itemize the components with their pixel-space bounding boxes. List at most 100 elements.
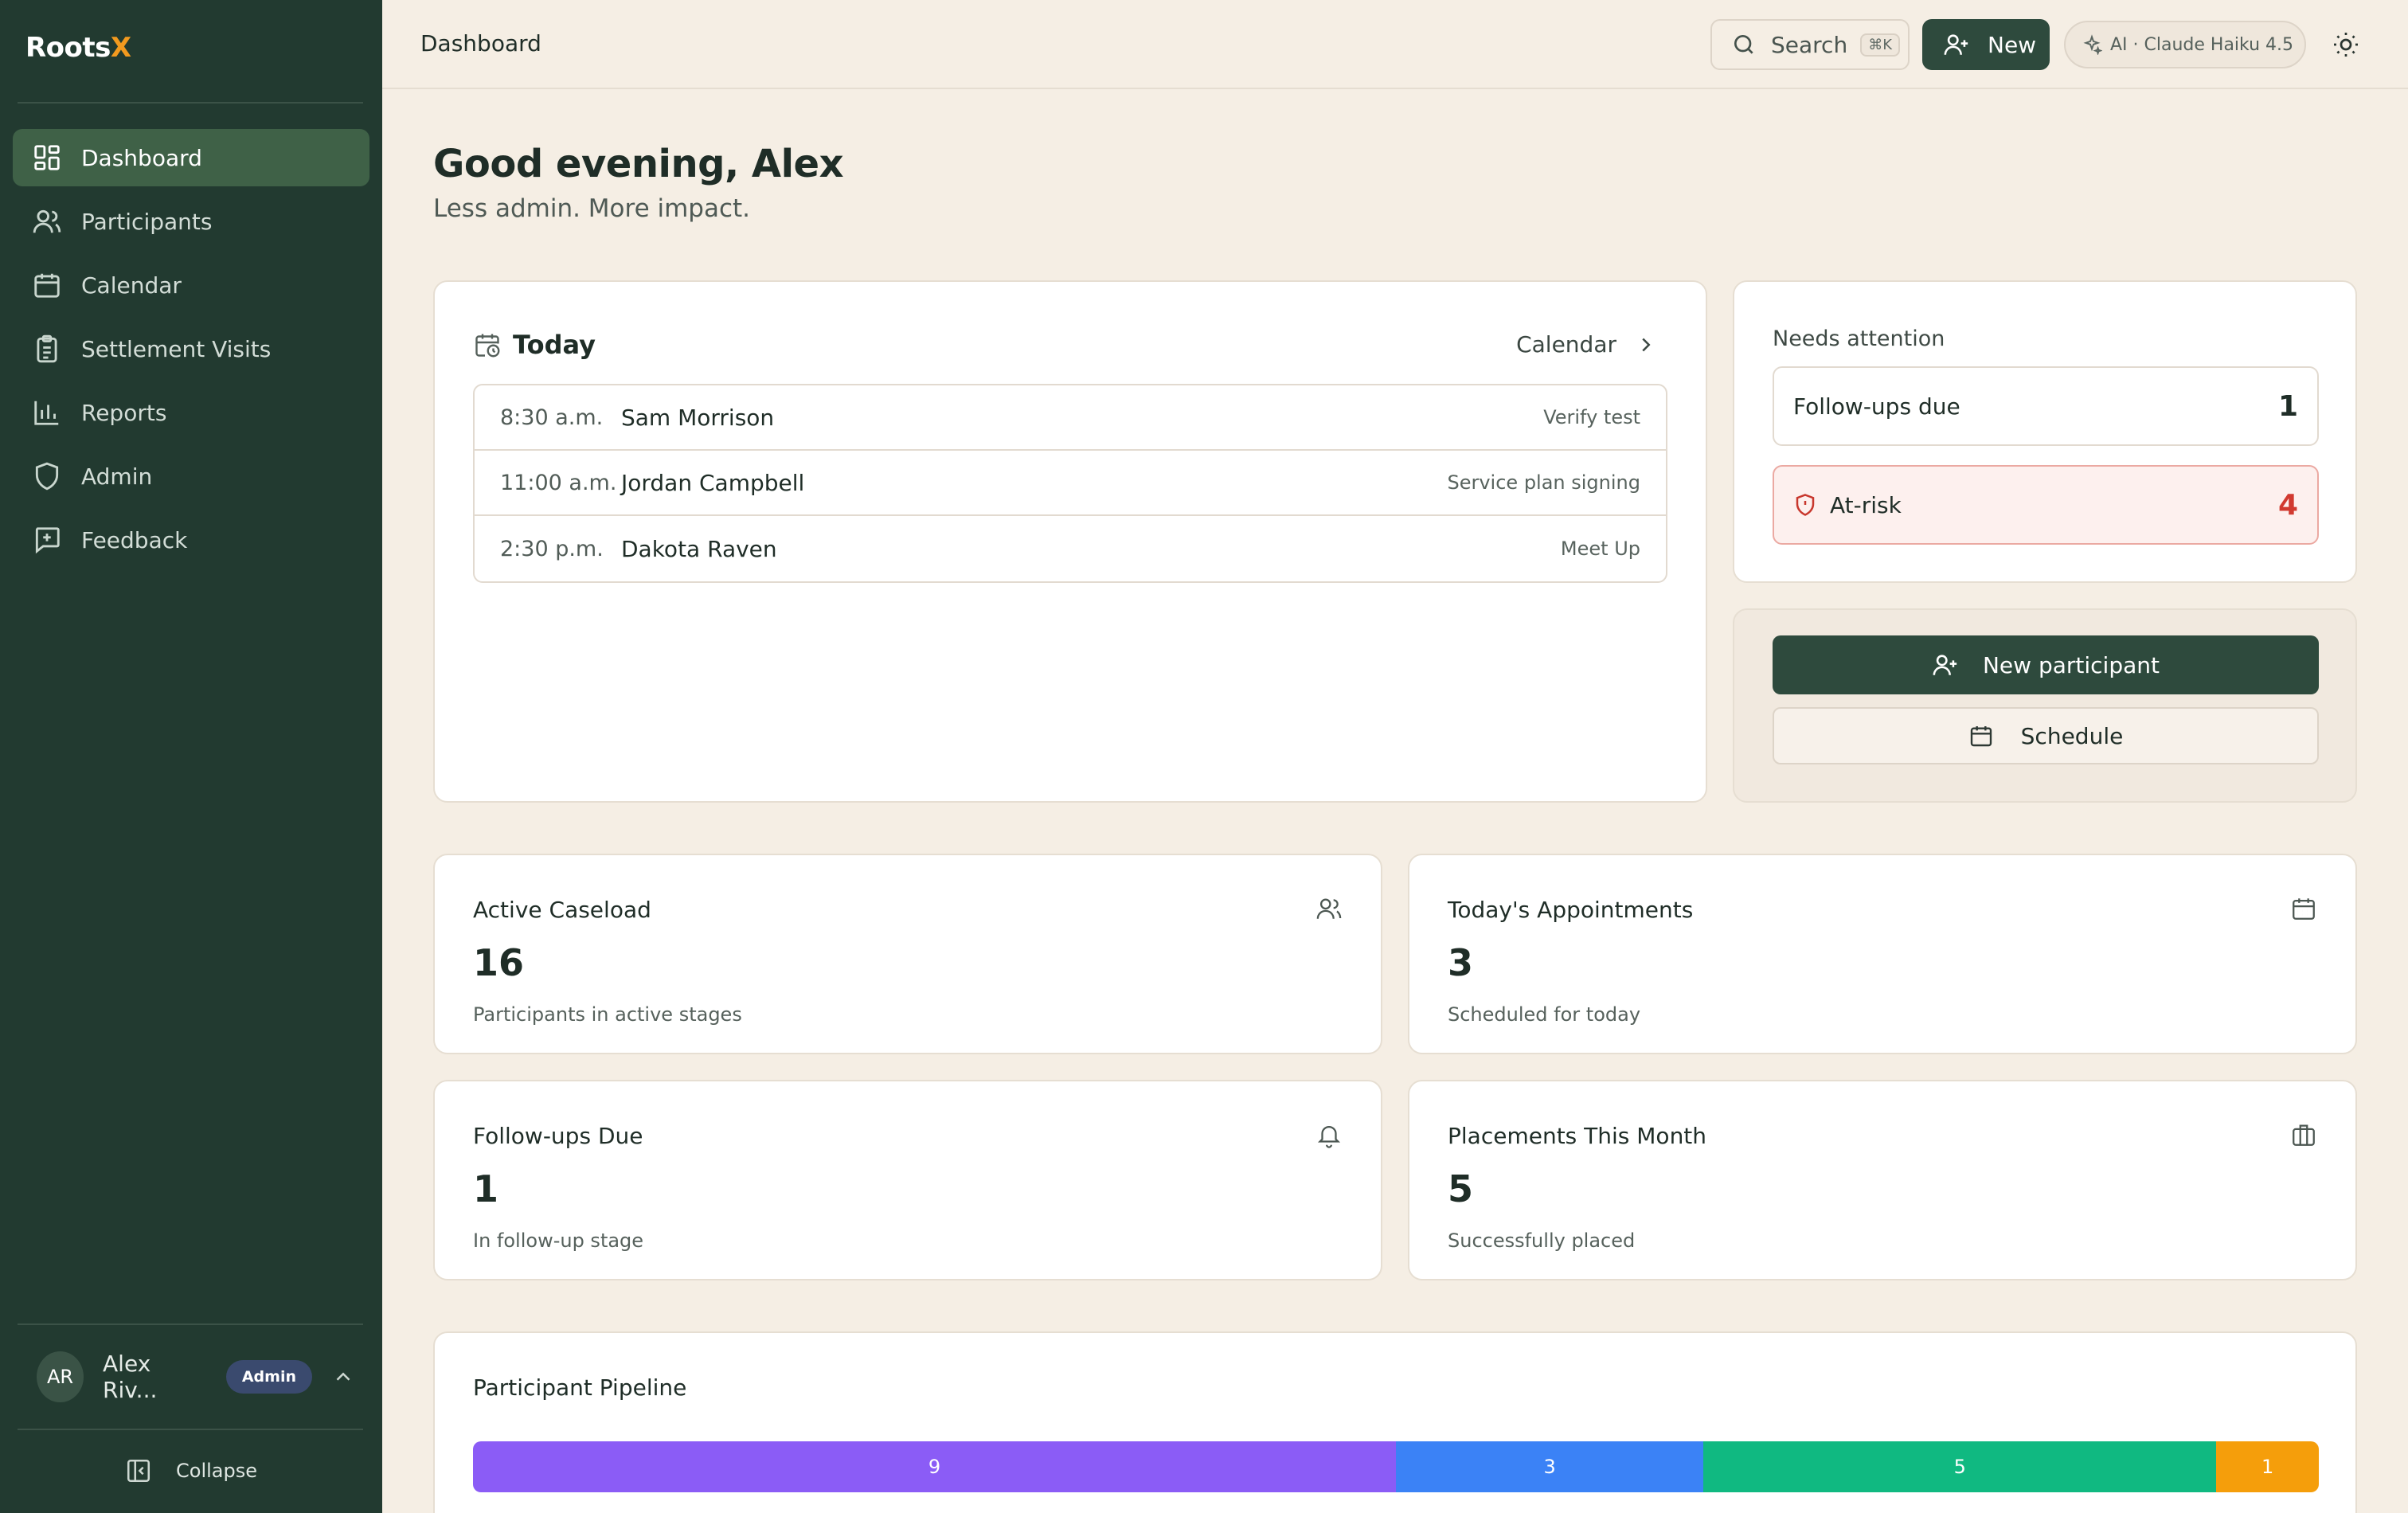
stat-value: 5	[1448, 1167, 1474, 1210]
followups-due-row[interactable]: Follow-ups due 1	[1773, 366, 2319, 446]
appointment-row[interactable]: 2:30 p.m. Dakota Raven Meet Up	[475, 516, 1666, 581]
sun-icon	[2332, 30, 2360, 59]
theme-toggle-button[interactable]	[2332, 30, 2360, 59]
message-plus-icon	[32, 525, 62, 555]
stat-title: Active Caseload	[473, 897, 651, 923]
at-risk-count: 4	[2277, 488, 2298, 522]
user-name: Alex Riv...	[103, 1351, 158, 1403]
stat-card-placements-this-month[interactable]: Placements This Month 5 Successfully pla…	[1408, 1080, 2357, 1280]
bar-chart-icon	[32, 397, 62, 428]
pipeline-segment[interactable]: 1	[2216, 1441, 2319, 1492]
sidebar-item-label: Feedback	[81, 526, 188, 553]
calendar-icon	[32, 270, 62, 300]
shield-alert-icon	[1793, 493, 1817, 517]
sidebar-item-calendar[interactable]: Calendar	[13, 256, 369, 314]
appointment-type: Verify test	[1543, 406, 1640, 428]
collapse-label: Collapse	[176, 1460, 257, 1482]
user-plus-icon	[1943, 31, 1970, 58]
pipeline-segment[interactable]: 5	[1703, 1441, 2217, 1492]
sidebar-item-label: Admin	[81, 463, 153, 490]
bell-icon	[1315, 1121, 1343, 1148]
new-button[interactable]: New	[1922, 19, 2050, 70]
collapse-button[interactable]: Collapse	[0, 1449, 382, 1492]
at-risk-row[interactable]: At-risk 4	[1773, 465, 2319, 545]
quick-actions-card: New participant Schedule	[1733, 608, 2357, 803]
stat-description: Scheduled for today	[1448, 1003, 1641, 1026]
calendar-clock-icon	[473, 330, 502, 359]
sidebar-item-label: Reports	[81, 399, 167, 426]
page-title: Dashboard	[420, 30, 541, 57]
dashboard-icon	[32, 143, 62, 173]
briefcase-icon	[2290, 1121, 2317, 1148]
appointment-type: Meet Up	[1560, 538, 1640, 560]
ai-model-selector[interactable]: AI · Claude Haiku 4.5	[2064, 21, 2306, 68]
search-label: Search	[1771, 31, 1848, 58]
stat-card-active-caseload[interactable]: Active Caseload 16 Participants in activ…	[433, 854, 1382, 1054]
new-participant-button[interactable]: New participant	[1773, 635, 2319, 694]
stat-value: 3	[1448, 941, 1474, 984]
appointment-time: 8:30 a.m.	[500, 405, 604, 430]
stat-title: Follow-ups Due	[473, 1123, 643, 1149]
sidebar-item-label: Calendar	[81, 272, 182, 299]
stat-description: In follow-up stage	[473, 1230, 644, 1252]
stat-card-followups-due[interactable]: Follow-ups Due 1 In follow-up stage	[433, 1080, 1382, 1280]
greeting-subtitle: Less admin. More impact.	[433, 194, 751, 223]
sidebar-item-dashboard[interactable]: Dashboard	[13, 129, 369, 186]
sidebar-collapse-icon	[125, 1457, 152, 1484]
schedule-button[interactable]: Schedule	[1773, 707, 2319, 764]
appointment-type: Service plan signing	[1447, 471, 1640, 494]
brand-logo[interactable]: RootsX	[25, 32, 131, 64]
appointment-participant: Sam Morrison	[621, 404, 775, 431]
stat-description: Participants in active stages	[473, 1003, 742, 1026]
sidebar-item-admin[interactable]: Admin	[13, 448, 369, 505]
today-title: Today	[513, 330, 596, 360]
avatar: AR	[37, 1351, 84, 1402]
new-participant-label: New participant	[1982, 651, 2160, 678]
pipeline-segment[interactable]: 9	[473, 1441, 1396, 1492]
sidebar-item-settlement-visits[interactable]: Settlement Visits	[13, 320, 369, 377]
sidebar-item-reports[interactable]: Reports	[13, 384, 369, 441]
users-icon	[1315, 895, 1343, 922]
sidebar-item-feedback[interactable]: Feedback	[13, 511, 369, 569]
sidebar: RootsX Dashboard Participants Calendar S…	[0, 0, 382, 1513]
users-icon	[32, 206, 62, 237]
today-header: Today	[473, 330, 596, 360]
sidebar-divider	[18, 1429, 363, 1430]
role-badge: Admin	[225, 1360, 312, 1394]
sidebar-item-label: Settlement Visits	[81, 335, 272, 362]
sidebar-item-participants[interactable]: Participants	[13, 193, 369, 250]
needs-attention-card: Needs attention Follow-ups due 1 At-risk…	[1733, 280, 2357, 583]
pipeline-segment[interactable]: 3	[1396, 1441, 1704, 1492]
calendar-grid-icon	[2290, 895, 2317, 922]
stat-title: Today's Appointments	[1448, 897, 1694, 923]
search-button[interactable]: Search ⌘K	[1710, 19, 1910, 70]
pipeline-bar: 9351	[473, 1441, 2319, 1492]
greeting-title: Good evening, Alex	[433, 142, 844, 186]
sidebar-divider	[18, 1323, 363, 1325]
shield-icon	[32, 461, 62, 491]
appointment-row[interactable]: 8:30 a.m. Sam Morrison Verify test	[475, 385, 1666, 451]
pipeline-title: Participant Pipeline	[473, 1374, 687, 1401]
chevron-right-icon	[1634, 333, 1658, 357]
user-menu[interactable]: AR Alex Riv... Admin	[37, 1351, 355, 1403]
participant-pipeline-card: Participant Pipeline 9351	[433, 1331, 2357, 1513]
stat-card-todays-appointments[interactable]: Today's Appointments 3 Scheduled for tod…	[1408, 854, 2357, 1054]
brand-accent: X	[110, 32, 131, 64]
calendar-icon	[1968, 723, 1994, 749]
appointment-row[interactable]: 11:00 a.m. Jordan Campbell Service plan …	[475, 451, 1666, 516]
sidebar-divider	[18, 102, 363, 104]
top-bar: Dashboard Search ⌘K New AI · Claude Haik…	[382, 0, 2408, 89]
appointment-time: 2:30 p.m.	[500, 536, 604, 561]
chevron-up-icon	[331, 1365, 355, 1389]
appointment-participant: Dakota Raven	[621, 535, 777, 562]
calendar-link[interactable]: Calendar	[1516, 331, 1658, 358]
schedule-label: Schedule	[2020, 722, 2124, 749]
today-card: Today Calendar 8:30 a.m. Sam Morrison Ve…	[433, 280, 1707, 803]
stat-description: Successfully placed	[1448, 1230, 1636, 1252]
sidebar-nav: Dashboard Participants Calendar Settleme…	[13, 129, 369, 575]
stat-title: Placements This Month	[1448, 1123, 1707, 1149]
followups-due-count: 1	[2277, 389, 2298, 423]
brand-name: Roots	[25, 32, 111, 64]
new-label: New	[1988, 31, 2037, 58]
followups-due-label: Follow-ups due	[1793, 393, 1960, 420]
